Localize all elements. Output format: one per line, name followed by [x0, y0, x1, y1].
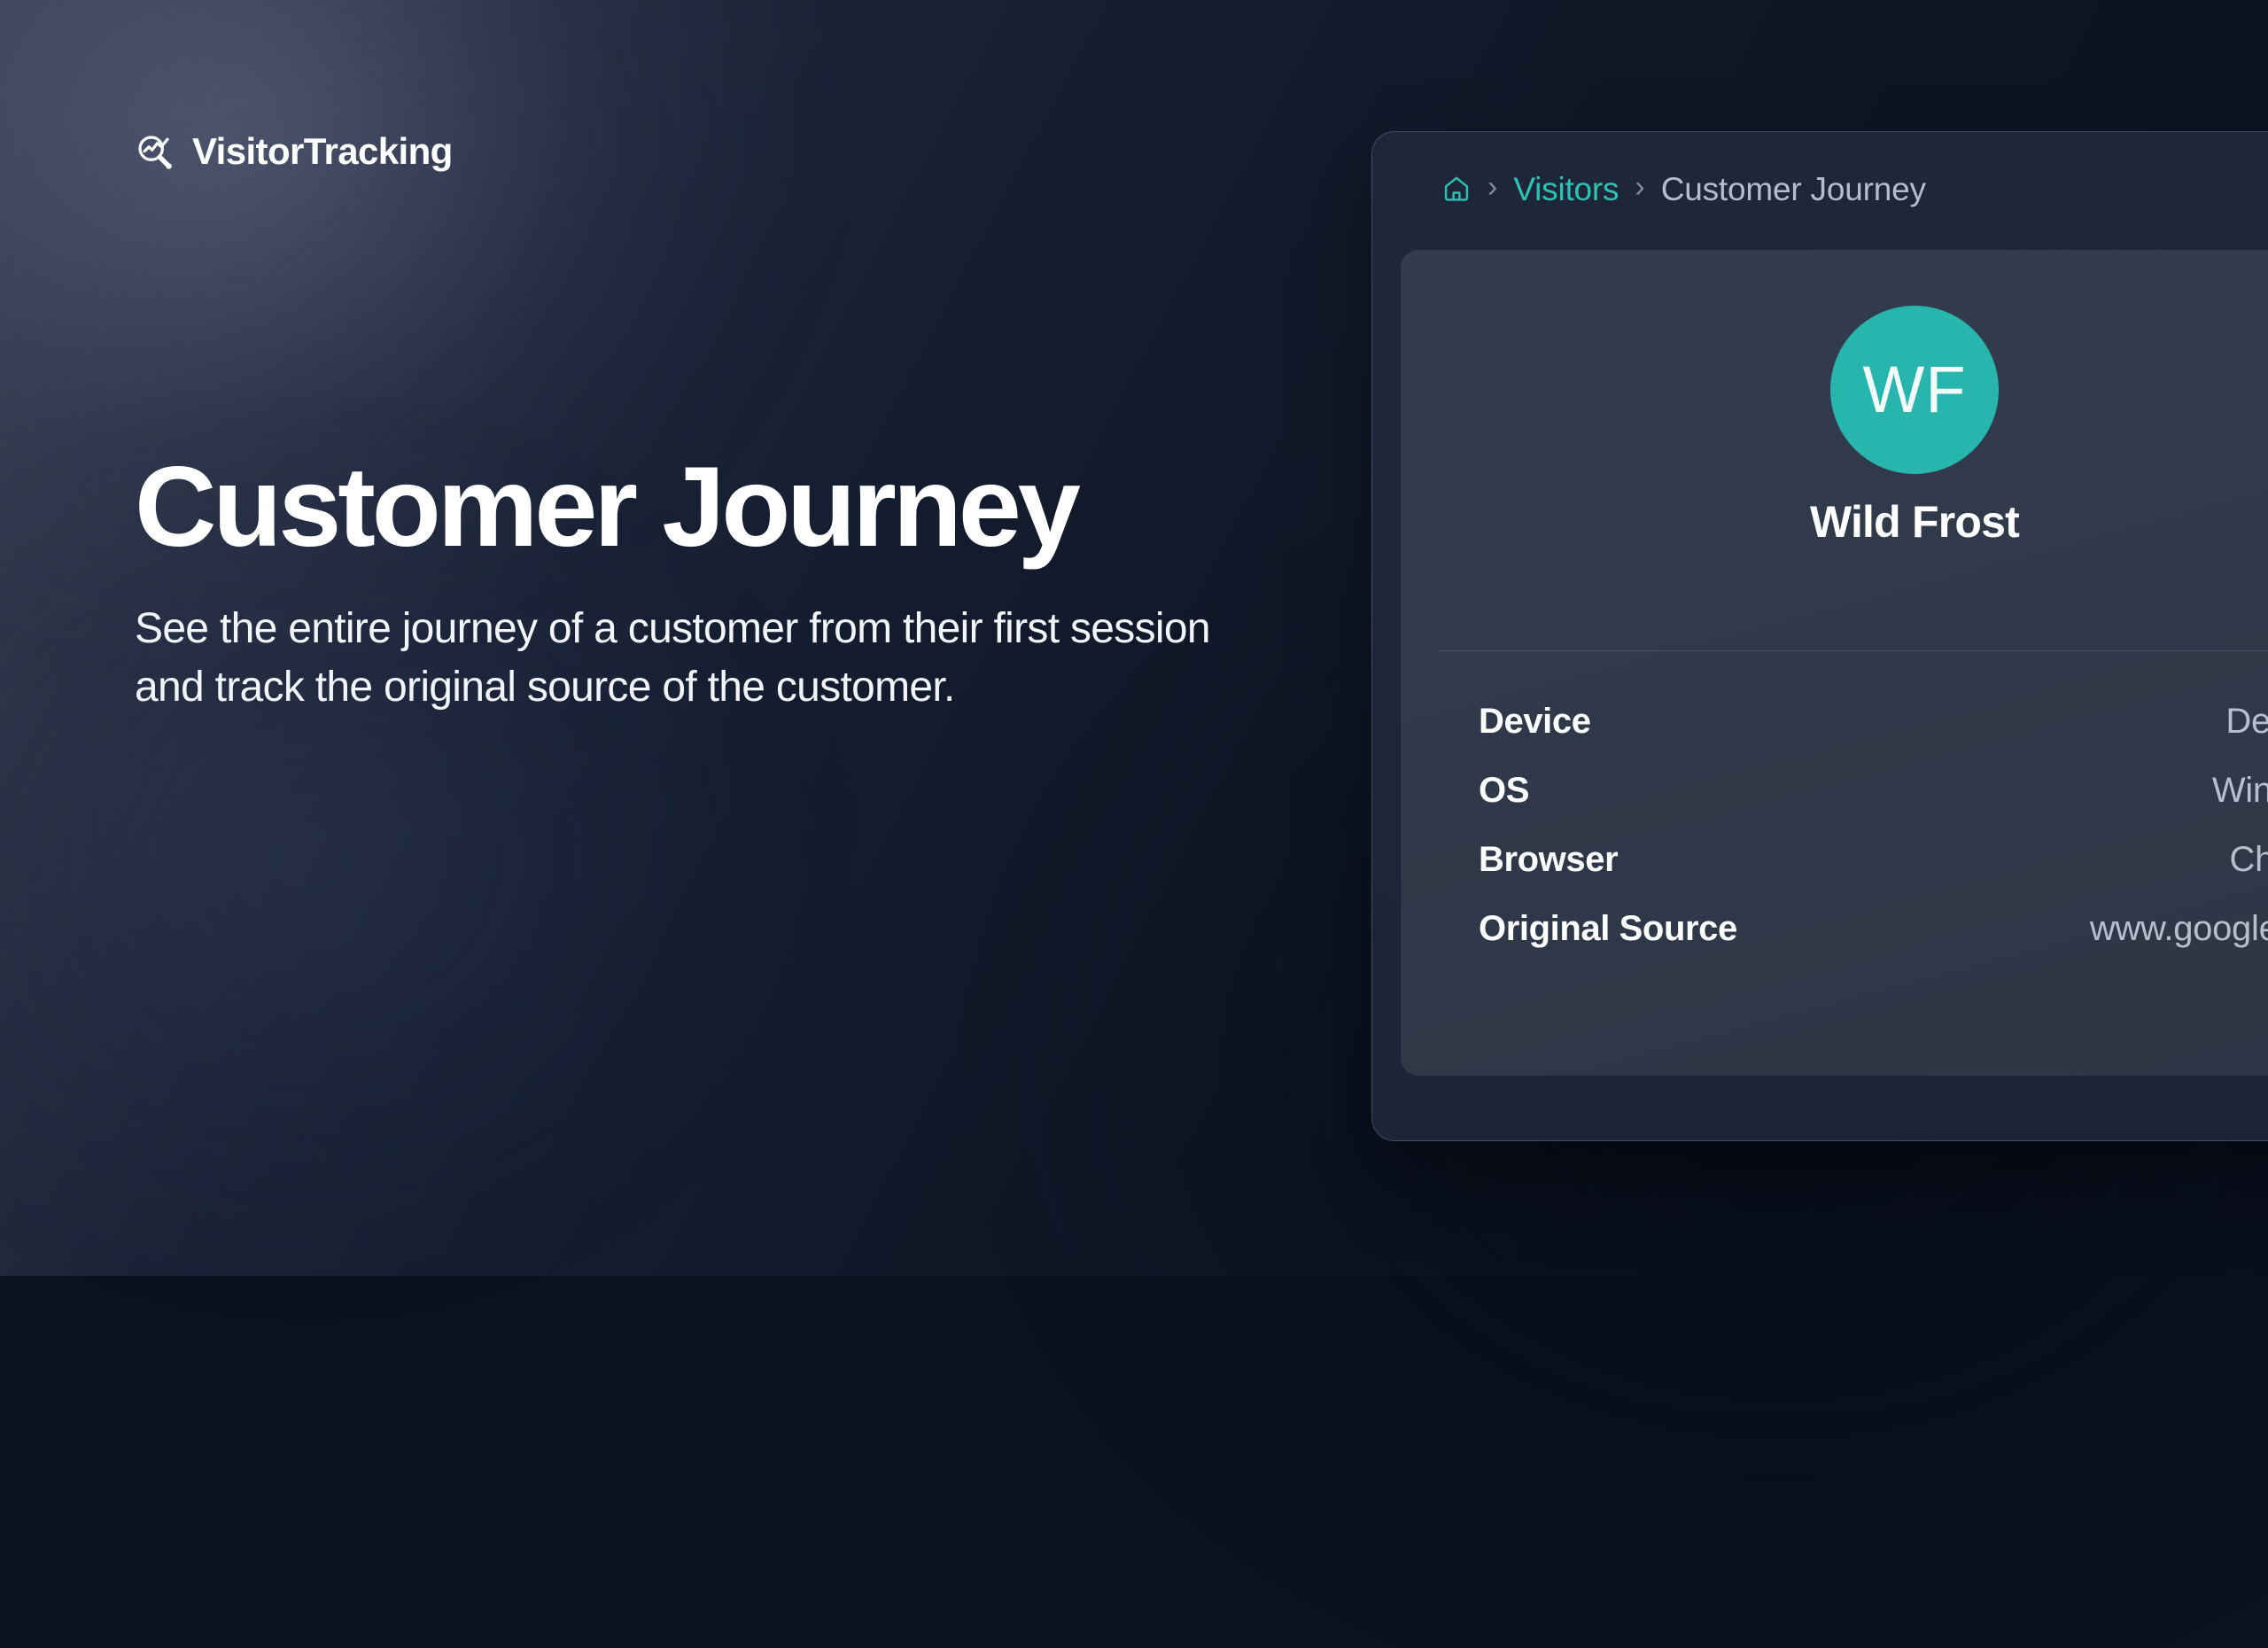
breadcrumb-item-visitors[interactable]: Visitors — [1513, 173, 1619, 206]
table-row: OS Windows — [1479, 773, 2268, 842]
avatar: WF — [1830, 306, 1999, 474]
brand-name: VisitorTracking — [192, 130, 453, 172]
breadcrumb-separator-2: › — [1635, 170, 1645, 204]
detail-label-device: Device — [1479, 702, 1591, 741]
detail-value-os: Windows — [2211, 771, 2268, 810]
detail-value-browser: Chrome — [2229, 840, 2268, 879]
visitor-profile-card: WF Wild Frost Device Desktop OS Windows … — [1401, 250, 2268, 1076]
brand-logo[interactable]: VisitorTracking — [135, 131, 453, 172]
breadcrumb: › Visitors › Customer Journey — [1441, 167, 1926, 210]
table-row: Browser Chrome — [1479, 842, 2268, 911]
detail-value-original-source: www.google.com — [2089, 909, 2268, 948]
detail-label-os: OS — [1479, 771, 1529, 810]
detail-value-device: Desktop — [2225, 702, 2268, 741]
magnifier-chart-icon — [135, 131, 175, 172]
detail-label-browser: Browser — [1479, 840, 1619, 879]
app-preview-panel: › Visitors › Customer Journey WF Wild Fr… — [1371, 131, 2268, 1141]
table-row: Original Source www.google.com — [1479, 911, 2268, 980]
page-title: Customer Journey — [135, 444, 1081, 571]
table-row: Device Desktop — [1479, 704, 2268, 773]
hero-subtitle: See the entire journey of a customer fro… — [135, 604, 1211, 711]
breadcrumb-item-customer-journey: Customer Journey — [1660, 170, 1926, 207]
breadcrumb-separator-1: › — [1487, 170, 1498, 204]
visitor-name: Wild Frost — [1810, 497, 2020, 547]
home-icon[interactable] — [1441, 174, 1472, 204]
hero-section: Customer Journey See the entire journey … — [135, 444, 1269, 717]
detail-label-original-source: Original Source — [1479, 909, 1737, 948]
visitor-details-list: Device Desktop OS Windows Browser Chrome… — [1479, 704, 2268, 980]
avatar-initials: WF — [1862, 353, 1967, 426]
card-divider — [1438, 650, 2268, 651]
